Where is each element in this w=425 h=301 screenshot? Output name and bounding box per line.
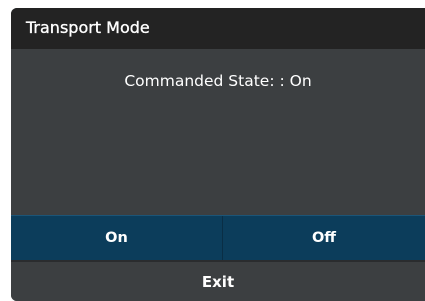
on-button[interactable]: On [11,216,223,260]
exit-button[interactable]: Exit [11,260,425,301]
off-button[interactable]: Off [223,216,425,260]
title-bar: Transport Mode [11,8,425,49]
transport-mode-dialog: Transport Mode Commanded State: : On On … [11,8,425,301]
dialog-title: Transport Mode [26,18,150,37]
commanded-state-text: Commanded State: : On [124,72,312,90]
state-button-row: On Off [11,215,425,260]
